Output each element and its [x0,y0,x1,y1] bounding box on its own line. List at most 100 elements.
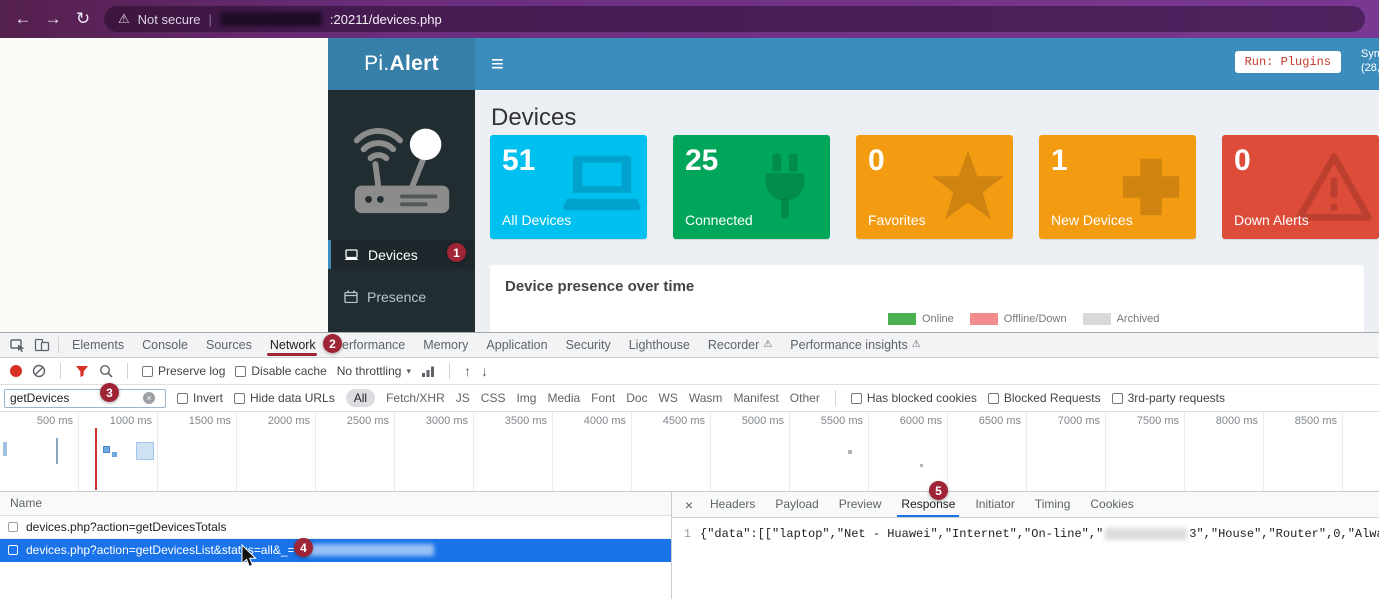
presence-calendar-icon [344,290,358,303]
detail-tab-response[interactable]: Response [891,492,965,517]
request-row-get-devices-totals[interactable]: devices.php?action=getDevicesTotals [0,516,671,539]
tab-recorder-label: Recorder [708,333,759,357]
disable-cache-checkbox[interactable]: Disable cache [235,364,326,378]
chevron-down-icon: ▾ [406,366,411,377]
preserve-log-checkbox[interactable]: Preserve log [142,364,225,378]
hide-data-urls-checkbox[interactable]: Hide data URLs [234,391,335,405]
blocked-requests-checkbox[interactable]: Blocked Requests [988,391,1101,405]
card-new-devices[interactable]: 1 New Devices [1039,135,1196,239]
third-party-requests-checkbox[interactable]: 3rd-party requests [1112,391,1225,405]
filter-type-other[interactable]: Other [790,391,820,405]
filter-type-manifest[interactable]: Manifest [733,391,778,405]
invert-checkbox[interactable]: Invert [177,391,223,405]
divider [58,337,59,353]
header-right-line2: (28, [1361,61,1379,75]
detail-tab-preview[interactable]: Preview [829,492,892,517]
close-detail-icon[interactable]: × [678,497,700,513]
import-har-icon[interactable]: ↑ [464,363,471,379]
inspect-element-icon[interactable] [6,336,30,354]
divider [127,363,128,379]
tab-application[interactable]: Application [477,333,556,357]
tab-recorder[interactable]: Recorder ⚠ [699,333,781,357]
reload-icon[interactable]: ↻ [68,9,98,29]
run-plugins-button[interactable]: Run: Plugins [1235,51,1341,73]
search-icon[interactable] [99,364,113,378]
card-connected[interactable]: 25 Connected [673,135,830,239]
presence-panel: Device presence over time Online Offline… [490,265,1364,332]
record-network-log-button[interactable] [10,365,22,377]
devtools-panel: Elements Console Sources Network Perform… [0,332,1379,599]
tab-performance-insights[interactable]: Performance insights ⚠ [781,333,929,357]
request-row-get-devices-list[interactable]: devices.php?action=getDevicesList&status… [0,539,671,562]
timeline-tick: 4500 ms [632,412,711,491]
legend-archived-swatch [1083,313,1111,325]
experimental-icon: ⚠ [912,333,921,357]
filter-type-doc[interactable]: Doc [626,391,647,405]
tab-sources[interactable]: Sources [197,333,261,357]
detail-tab-cookies[interactable]: Cookies [1080,492,1143,517]
card-label: All Devices [502,212,571,228]
has-blocked-cookies-checkbox[interactable]: Has blocked cookies [851,391,977,405]
filter-type-ws[interactable]: WS [659,391,678,405]
filter-type-img[interactable]: Img [516,391,536,405]
filter-type-wasm[interactable]: Wasm [689,391,723,405]
pialert-router-logo [328,90,475,240]
device-toolbar-icon[interactable] [30,336,54,354]
address-bar[interactable]: ⚠ Not secure | :20211/devices.php [104,6,1365,32]
network-toolbar: Preserve log Disable cache No throttling… [0,358,1379,385]
network-conditions-icon[interactable] [421,365,435,377]
export-har-icon[interactable]: ↓ [481,363,488,379]
tab-elements[interactable]: Elements [63,333,133,357]
forward-icon[interactable]: → [38,9,68,29]
devices-icon [344,249,359,261]
mouse-cursor [241,544,258,570]
tab-network[interactable]: Network [261,333,325,357]
redacted-response-value [1105,528,1187,540]
timeline-tick: 6000 ms [869,412,948,491]
clear-filter-icon[interactable]: × [143,392,155,404]
sidebar-item-presence[interactable]: Presence [328,282,475,311]
checkbox-box [235,366,246,377]
step-badge-2: 2 [323,334,342,353]
filter-type-font[interactable]: Font [591,391,615,405]
timeline-tick: 5000 ms [711,412,790,491]
filter-type-js[interactable]: JS [456,391,470,405]
request-list-header-name[interactable]: Name [0,492,671,516]
filter-type-media[interactable]: Media [547,391,580,405]
filter-toggle-icon[interactable] [75,365,89,378]
tab-console[interactable]: Console [133,333,197,357]
app-header: ≡ Run: Plugins Sym (28, [475,38,1379,90]
card-favorites[interactable]: 0 Favorites [856,135,1013,239]
detail-tab-headers[interactable]: Headers [700,492,765,517]
step-badge-5: 5 [929,481,948,500]
filter-input[interactable] [5,391,143,405]
tab-lighthouse[interactable]: Lighthouse [620,333,699,357]
sidebar-item-label: Devices [368,247,418,263]
sidebar-toggle-icon[interactable]: ≡ [491,38,504,90]
detail-tab-payload[interactable]: Payload [765,492,828,517]
redacted-host [220,12,322,26]
plug-icon [746,148,824,226]
network-filter-field[interactable]: × [4,389,166,408]
tab-memory[interactable]: Memory [414,333,477,357]
timeline-tick: 2000 ms [237,412,316,491]
timeline-tick: 3000 ms [395,412,474,491]
network-overview-timeline[interactable]: 500 ms 1000 ms 1500 ms 2000 ms 2500 ms 3… [0,412,1379,492]
card-down-alerts[interactable]: 0 Down Alerts [1222,135,1379,239]
filter-type-css[interactable]: CSS [481,391,506,405]
checkbox-box [1112,393,1123,404]
tab-security[interactable]: Security [557,333,620,357]
back-icon[interactable]: ← [8,9,38,29]
throttling-select[interactable]: No throttling▾ [337,364,411,378]
filter-type-fetch-xhr[interactable]: Fetch/XHR [386,391,445,405]
detail-tab-initiator[interactable]: Initiator [965,492,1024,517]
clear-network-log-icon[interactable] [32,364,46,378]
app-logo[interactable]: Pi.Alert [328,38,475,90]
presence-panel-title: Device presence over time [490,265,1364,295]
hide-data-urls-label: Hide data URLs [250,391,335,405]
checkbox-box [851,393,862,404]
detail-tab-timing[interactable]: Timing [1025,492,1081,517]
card-all-devices[interactable]: 51 All Devices [490,135,647,239]
card-label: New Devices [1051,212,1133,228]
filter-type-all[interactable]: All [346,389,375,407]
